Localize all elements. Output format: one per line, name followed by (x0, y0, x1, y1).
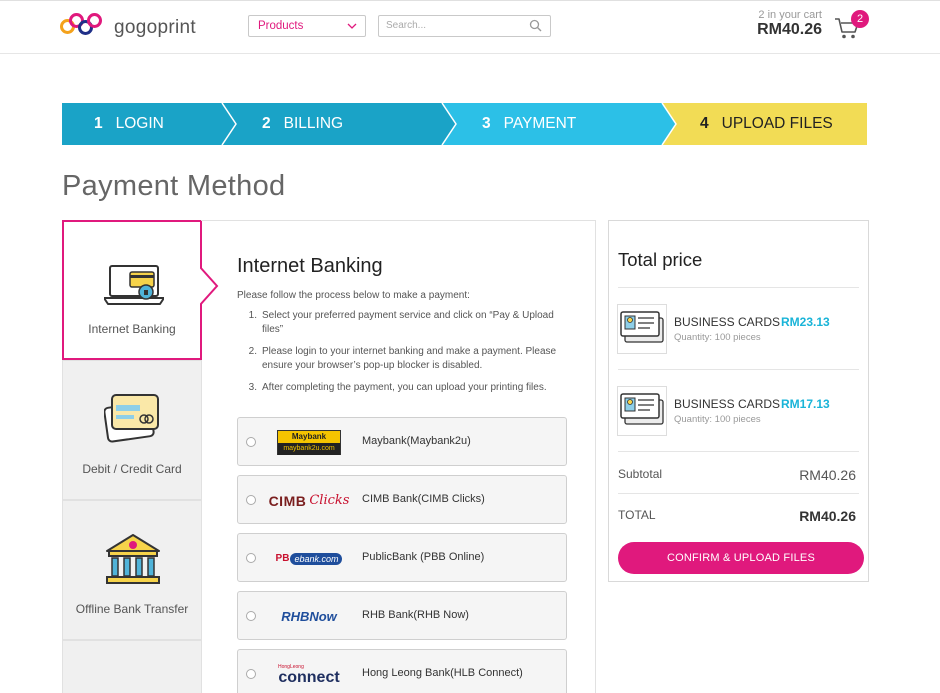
cart-item: BUSINESS CARDS Quantity: 100 pieces RM17… (617, 386, 862, 446)
maybank-logo: Maybank maybank2u.com (270, 430, 348, 455)
total-row: TOTAL RM40.26 (618, 508, 856, 524)
bank-radio[interactable] (246, 553, 256, 563)
bank-name: CIMB Bank(CIMB Clicks) (362, 493, 485, 505)
instruction-item: 1. Select your preferred payment service… (248, 310, 554, 335)
item-quantity: Quantity: 100 pieces (674, 414, 761, 425)
step-login: 1 LOGIN (94, 115, 164, 132)
method-offline-bank-transfer[interactable]: Offline Bank Transfer (62, 500, 202, 640)
total-value: RM40.26 (799, 508, 856, 524)
bank-radio[interactable] (246, 495, 256, 505)
subtotal-label: Subtotal (618, 467, 663, 481)
search-placeholder: Search... (386, 20, 427, 31)
credit-card-icon (104, 394, 159, 443)
publicbank-logo: PB ebank.com (270, 546, 348, 571)
step-upload-files: 4 UPLOAD FILES (700, 115, 833, 132)
search-icon[interactable] (529, 19, 542, 32)
cart-summary[interactable]: 2 in your cart RM40.26 (757, 9, 822, 39)
cart-badge: 2 (851, 10, 869, 28)
cart-count: 2 in your cart (758, 9, 822, 21)
business-card-thumbnail (617, 304, 667, 354)
bank-name: RHB Bank(RHB Now) (362, 609, 469, 621)
products-label: Products (258, 20, 304, 32)
method-label: Debit / Credit Card (82, 462, 182, 476)
bank-name: Maybank(Maybank2u) (362, 435, 471, 447)
method-spacer (62, 640, 202, 693)
instruction-list: 1. Select your preferred payment service… (237, 309, 577, 403)
instruction-item: 3. After completing the payment, you can… (248, 382, 547, 393)
instruction-item: 2. Please login to your internet banking… (248, 346, 557, 371)
chevron-down-icon (347, 23, 357, 29)
item-price: RM23.13 (781, 315, 830, 329)
step-payment: 3 PAYMENT (482, 115, 577, 132)
panel-intro: Please follow the process below to make … (237, 290, 470, 301)
method-debit-credit-card[interactable]: Debit / Credit Card (62, 360, 202, 500)
confirm-upload-button[interactable]: CONFIRM & UPLOAD FILES (618, 542, 864, 574)
bank-option-cimb[interactable]: CIMB Clicks CIMB Bank(CIMB Clicks) (237, 475, 567, 524)
item-name: BUSINESS CARDS (674, 315, 781, 329)
cart-item: BUSINESS CARDS Quantity: 100 pieces RM23… (617, 304, 862, 364)
internet-banking-panel: Internet Banking Please follow the proce… (201, 220, 596, 693)
bank-option-rhb[interactable]: RHBNow RHB Bank(RHB Now) (237, 591, 567, 640)
method-label: Internet Banking (88, 322, 176, 336)
logo-icon (60, 13, 106, 43)
bank-name: Hong Leong Bank(HLB Connect) (362, 667, 523, 679)
bank-building-icon (106, 534, 160, 584)
site-header: gogoprint Products Search... 2 in your c… (0, 0, 940, 54)
business-card-thumbnail (617, 386, 667, 436)
payment-method-tabs: Internet Banking Debit / Credit Card Off… (62, 220, 202, 693)
item-quantity: Quantity: 100 pieces (674, 332, 761, 343)
bank-radio[interactable] (246, 669, 256, 679)
subtotal-value: RM40.26 (799, 467, 856, 483)
hong-leong-logo: HongLeong connect (278, 663, 340, 686)
search-input[interactable]: Search... (378, 15, 551, 37)
bank-name: PublicBank (PBB Online) (362, 551, 485, 563)
bank-radio[interactable] (246, 437, 256, 447)
logo[interactable]: gogoprint (60, 13, 196, 43)
cimb-logo: CIMB Clicks (268, 492, 350, 509)
item-price: RM17.13 (781, 397, 830, 411)
products-dropdown[interactable]: Products (248, 15, 366, 37)
subtotal-row: Subtotal RM40.26 (618, 467, 856, 483)
divider (618, 493, 859, 494)
bank-radio[interactable] (246, 611, 256, 621)
divider (618, 287, 859, 288)
method-internet-banking[interactable]: Internet Banking (62, 220, 202, 360)
bank-option-publicbank[interactable]: PB ebank.com PublicBank (PBB Online) (237, 533, 567, 582)
bank-option-maybank[interactable]: Maybank maybank2u.com Maybank(Maybank2u) (237, 417, 567, 466)
method-label: Offline Bank Transfer (75, 602, 189, 616)
rhb-logo: RHBNow (281, 609, 337, 624)
laptop-card-icon (104, 265, 164, 305)
item-name: BUSINESS CARDS (674, 397, 781, 411)
divider (618, 451, 859, 452)
panel-title: Internet Banking (237, 255, 383, 277)
checkout-steps: 1 LOGIN 2 BILLING 3 PAYMENT 4 UPLOAD FIL… (62, 103, 867, 145)
total-label: TOTAL (618, 508, 656, 522)
total-price-panel: Total price BUSINESS CARDS Quantity: 100… (608, 220, 869, 582)
step-billing: 2 BILLING (262, 115, 344, 132)
page-title: Payment Method (62, 170, 286, 202)
bank-option-hong-leong[interactable]: HongLeong connect Hong Leong Bank(HLB Co… (237, 649, 567, 693)
logo-text: gogoprint (114, 17, 196, 38)
total-title: Total price (618, 249, 703, 270)
divider (618, 369, 859, 370)
cart-total: RM40.26 (757, 21, 822, 38)
